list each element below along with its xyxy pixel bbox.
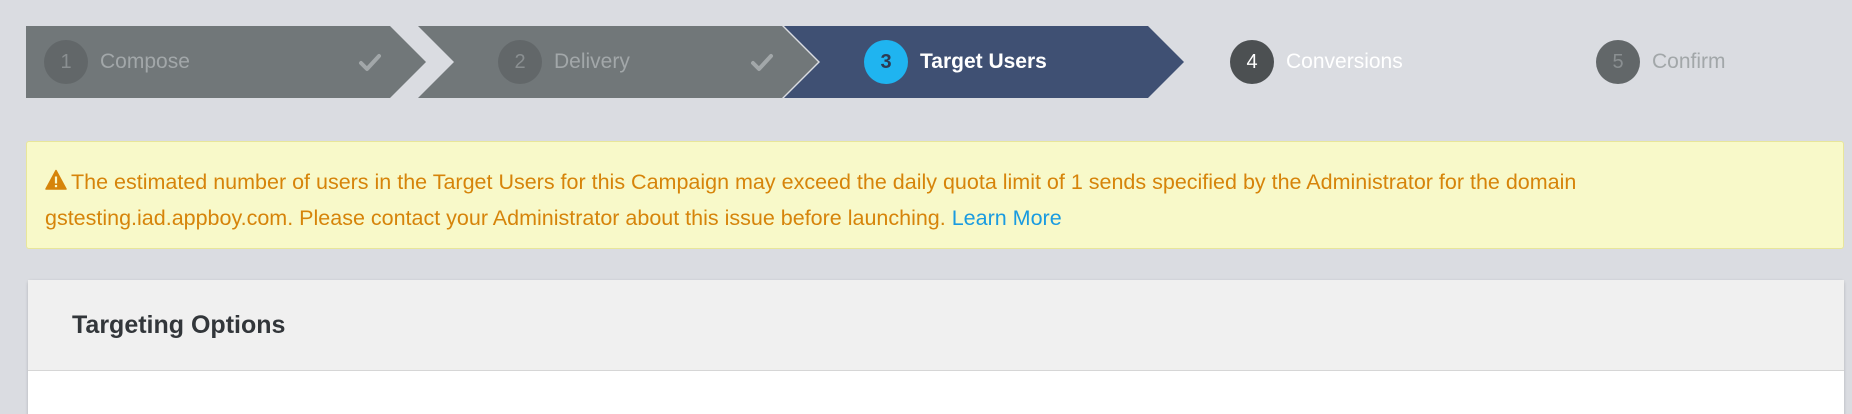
step-number: 2 [498, 40, 542, 84]
step-label: Compose [100, 50, 190, 73]
step-label: Conversions [1286, 50, 1403, 73]
step-compose[interactable]: 1 Compose [26, 26, 426, 98]
step-number: 5 [1596, 40, 1640, 84]
step-confirm[interactable]: 5 Confirm [1516, 26, 1852, 98]
step-label: Delivery [554, 50, 630, 73]
step-number: 3 [864, 40, 908, 84]
panel-title: Targeting Options [72, 310, 286, 339]
quota-warning-banner: The estimated number of users in the Tar… [26, 141, 1844, 249]
step-target-users[interactable]: 3 Target Users [784, 26, 1184, 98]
check-icon [358, 50, 382, 74]
step-number: 1 [44, 40, 88, 84]
step-delivery[interactable]: 2 Delivery [418, 26, 818, 98]
step-label: Confirm [1652, 50, 1726, 73]
learn-more-link[interactable]: Learn More [952, 206, 1062, 230]
warning-triangle-icon [45, 169, 67, 190]
wizard-steps: 1 Compose 2 Delivery 3 Target Users 4 Co… [26, 26, 1852, 98]
step-label: Target Users [920, 50, 1047, 73]
panel-header: Targeting Options [28, 280, 1844, 371]
targeting-options-panel: Targeting Options [28, 280, 1844, 414]
campaign-wizard-page: 1 Compose 2 Delivery 3 Target Users 4 Co… [0, 0, 1852, 414]
step-number: 4 [1230, 40, 1274, 84]
check-icon [750, 50, 774, 74]
warning-message: The estimated number of users in the Tar… [45, 170, 1577, 230]
step-conversions[interactable]: 4 Conversions [1150, 26, 1550, 98]
